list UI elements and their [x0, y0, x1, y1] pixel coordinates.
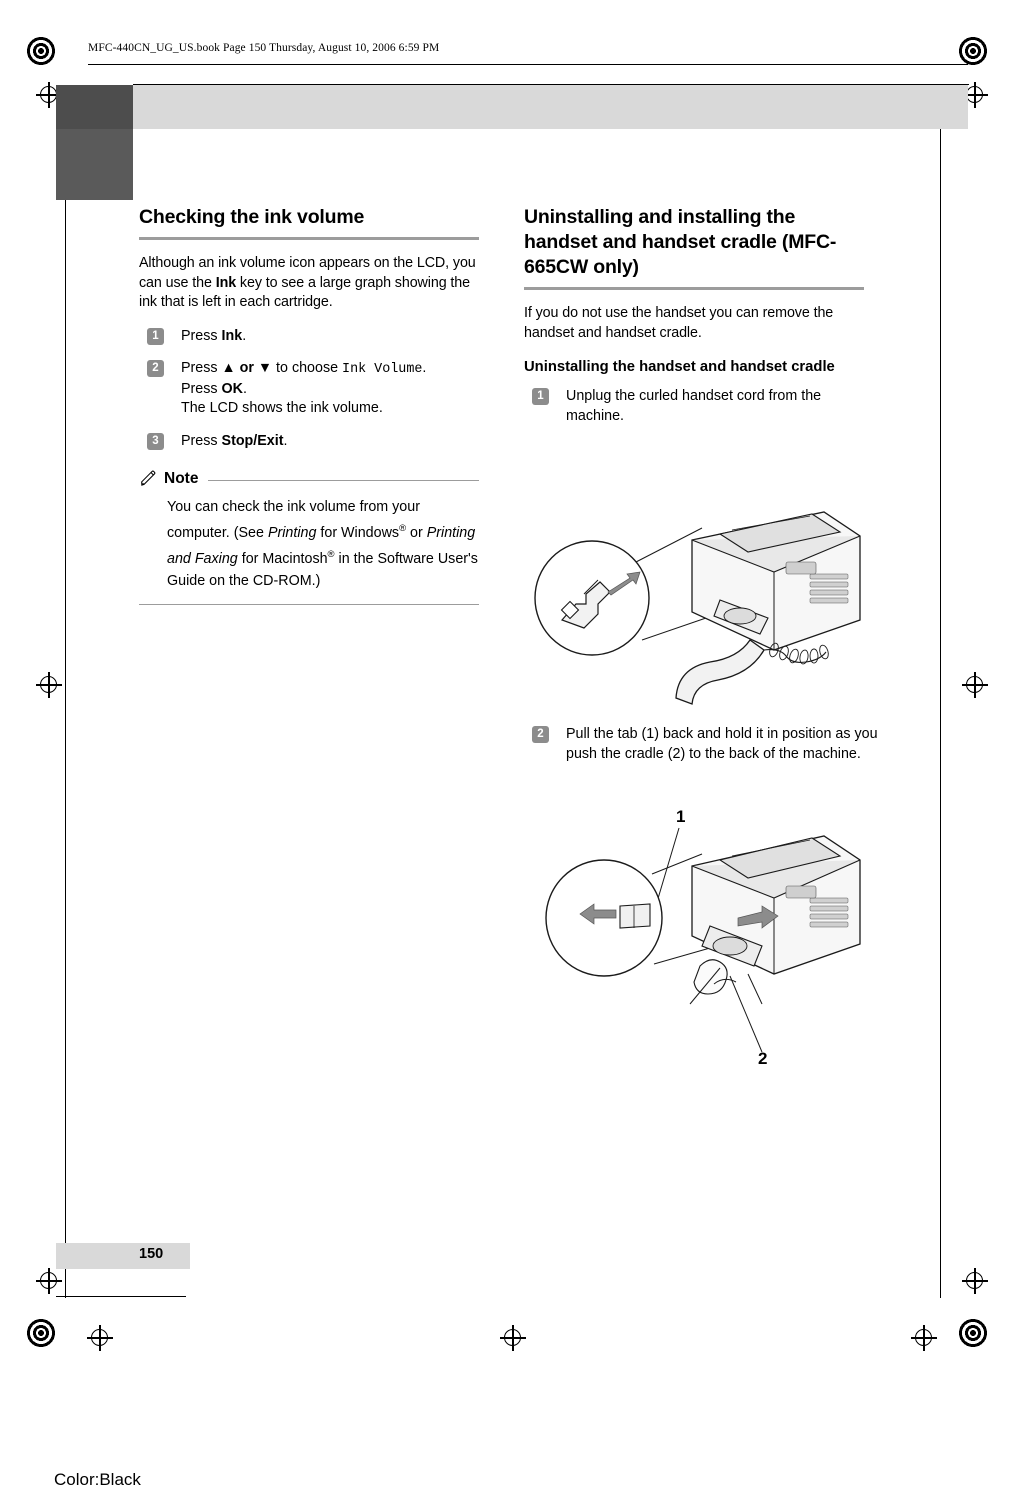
svg-text:2: 2	[758, 1049, 767, 1068]
subheading-uninstalling: Uninstalling the handset and handset cra…	[524, 359, 835, 375]
note-sup-2: ®	[327, 548, 335, 560]
note-text-2: for Windows	[316, 524, 400, 541]
note-header: Note	[139, 469, 479, 488]
step-1-number: 1	[147, 327, 164, 345]
step-1: 1 Press Ink.	[139, 327, 479, 347]
step-2-arrow-keys: ▲ or ▼	[221, 360, 273, 376]
step-2: 2 Press ▲ or ▼ to choose Ink Volume. Pre…	[139, 359, 479, 419]
pencil-icon	[139, 469, 158, 488]
note-text-3: or	[406, 524, 427, 541]
registration-mark-top-right	[958, 36, 988, 66]
note-divider	[208, 480, 479, 481]
registration-mark-bottom-left	[26, 1318, 56, 1348]
crop-mark-bottom-right	[962, 1268, 988, 1294]
step-3-pre: Press	[181, 432, 222, 449]
step-2-lcd-text: Ink Volume	[342, 362, 423, 377]
chapter-tab-block-top	[56, 85, 133, 129]
trim-line-right	[940, 86, 941, 1298]
right-column: Uninstalling and installing the handset …	[524, 205, 864, 439]
right-step-2-text: Pull the tab (1) back and hold it in pos…	[566, 726, 878, 762]
crop-mark-bottom-center	[500, 1325, 526, 1351]
trim-line-left	[65, 86, 66, 1298]
left-column: Checking the ink volume Although an ink …	[139, 205, 479, 605]
note-sup-1: ®	[399, 523, 407, 534]
right-step-1-number: 1	[532, 388, 549, 405]
step-2-pre: Press	[181, 360, 222, 376]
section-heading-handset: Uninstalling and installing the handset …	[524, 206, 837, 278]
crop-mark-bottom-center-left	[87, 1325, 113, 1351]
header-gray-bar	[133, 85, 968, 129]
trim-line-bottom	[56, 1296, 186, 1297]
step-3: 3 Press Stop/Exit.	[139, 432, 479, 452]
intro-bold-key: Ink	[215, 274, 237, 291]
note-title: Note	[164, 469, 199, 487]
heading-rule	[139, 237, 479, 240]
step-2-line2-bold: OK	[221, 380, 243, 397]
step-2-post: .	[422, 360, 427, 376]
footer-gray-bar	[56, 1243, 190, 1269]
svg-text:1: 1	[676, 808, 685, 826]
book-file-header: MFC-440CN_UG_US.book Page 150 Thursday, …	[88, 42, 440, 54]
step-1-post: .	[242, 327, 247, 344]
step-3-bold: Stop/Exit	[221, 432, 284, 449]
step-1-bold: Ink	[221, 327, 243, 344]
right-intro-paragraph: If you do not use the handset you can re…	[524, 305, 834, 341]
step-2-line3: The LCD shows the ink volume.	[181, 400, 383, 416]
registration-mark-bottom-right	[958, 1318, 988, 1348]
step-2-line2-post: .	[242, 380, 247, 397]
step-2-line2-pre: Press	[181, 380, 222, 397]
crop-mark-mid-left	[36, 672, 62, 698]
step-3-number: 3	[147, 432, 164, 450]
figure-pull-tab-push-cradle: 1 2	[524, 807, 869, 1073]
right-step-1-text: Unplug the curled handset cord from the …	[566, 388, 822, 424]
note-bottom-rule	[139, 603, 479, 605]
step-2-number: 2	[147, 360, 164, 377]
note-box: Note You can check the ink volume from y…	[139, 469, 479, 605]
color-note: Color:Black	[54, 1470, 141, 1489]
right-step-2-number: 2	[532, 726, 549, 743]
step-2-mid: to choose	[272, 360, 343, 376]
trim-line-top	[88, 64, 968, 65]
intro-paragraph: Although an ink volume icon appears on t…	[139, 254, 479, 313]
figure-unplug-handset-cord	[524, 500, 869, 715]
section-heading-ink-volume: Checking the ink volume	[139, 206, 365, 228]
registration-mark-top-left	[26, 36, 56, 66]
step-3-post: .	[283, 432, 288, 449]
crop-mark-bottom-left	[36, 1268, 62, 1294]
right-step-1: 1 Unplug the curled handset cord from th…	[524, 387, 864, 426]
heading-rule-right	[524, 287, 864, 290]
crop-mark-bottom-center-right	[911, 1325, 937, 1351]
right-step-2: 2 Pull the tab (1) back and hold it in p…	[524, 725, 906, 764]
crop-mark-mid-right	[962, 672, 988, 698]
note-body: You can check the ink volume from your c…	[139, 496, 479, 592]
note-italic-1: Printing	[267, 524, 317, 541]
step-1-pre: Press	[181, 327, 222, 344]
note-text-4: for Macintosh	[237, 550, 328, 567]
page-number: 150	[139, 1246, 164, 1262]
